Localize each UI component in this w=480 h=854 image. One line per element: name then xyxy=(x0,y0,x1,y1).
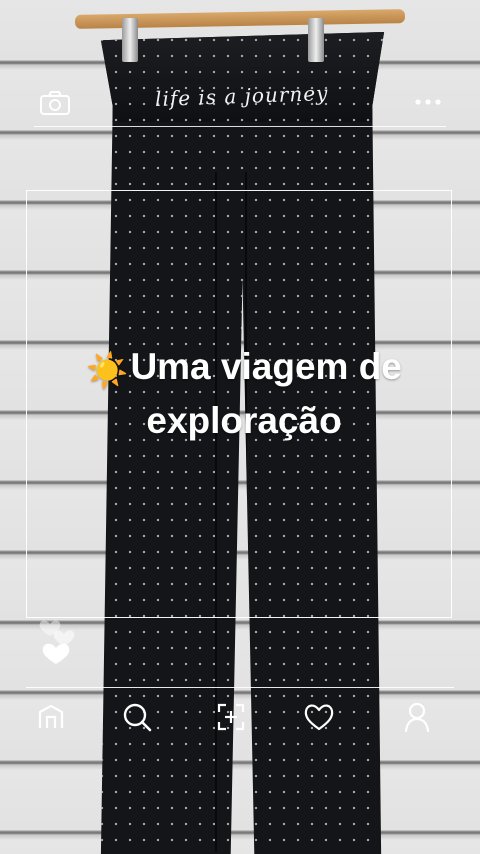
capture-add-icon[interactable] xyxy=(212,698,250,736)
bottom-divider xyxy=(26,687,454,688)
hearts-icon[interactable] xyxy=(38,610,82,670)
hanger-clip xyxy=(122,18,138,62)
heart-icon[interactable] xyxy=(300,698,338,736)
sun-emoji: ☀️ xyxy=(86,352,129,390)
home-icon[interactable] xyxy=(32,698,70,736)
top-divider xyxy=(34,126,446,127)
more-horizontal-icon[interactable] xyxy=(412,92,444,112)
search-icon[interactable] xyxy=(118,698,156,736)
overlay-title: ☀️Uma viagem de exploração xyxy=(44,342,444,446)
hanger-clip xyxy=(308,18,324,62)
camera-icon[interactable] xyxy=(38,88,72,118)
profile-icon[interactable] xyxy=(398,698,436,736)
overlay-title-text: Uma viagem de exploração xyxy=(130,346,402,441)
